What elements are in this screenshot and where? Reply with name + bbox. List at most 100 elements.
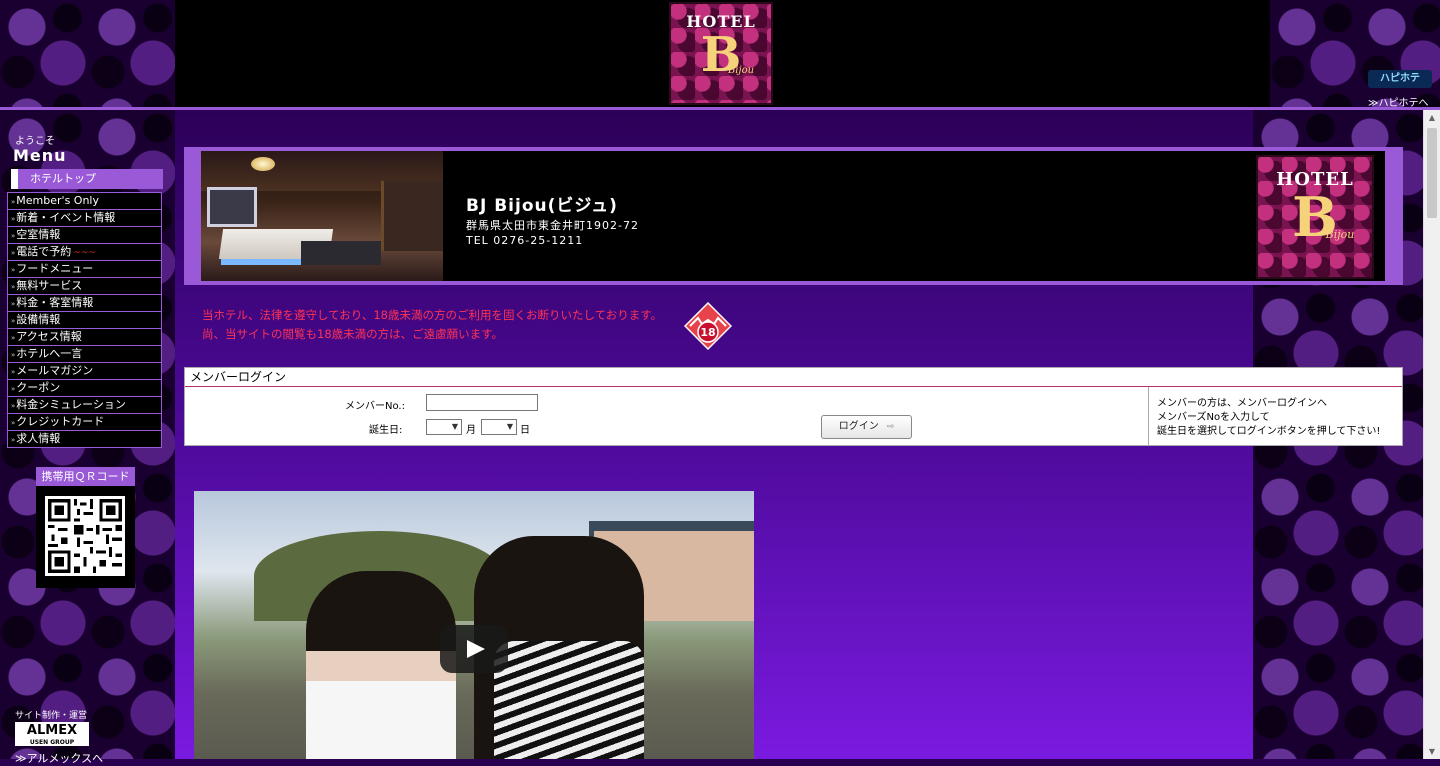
almex-link[interactable]: サイト制作・運営 ALMEX USEN GROUP ≫アルメックスへ	[15, 708, 103, 766]
bullet-icon: »	[11, 402, 16, 410]
chevron-down-icon: ▼	[451, 422, 458, 431]
bullet-icon: »	[11, 249, 16, 257]
sidebar-item-label: 電話で予約	[16, 245, 72, 258]
member-no-input[interactable]	[426, 394, 538, 411]
login-button[interactable]: ログイン ⇨	[821, 415, 912, 439]
sidebar-item-facilities[interactable]: »設備情報	[8, 312, 161, 329]
video-striped-shirt	[494, 641, 644, 759]
sidebar-item-label: メールマガジン	[16, 364, 94, 377]
bullet-icon: »	[11, 300, 16, 308]
sidebar-item-label: 無料サービス	[16, 279, 83, 292]
birth-month-select[interactable]: ▼	[426, 419, 462, 435]
sidebar-item-mail-magazine[interactable]: »メールマガジン	[8, 363, 161, 380]
play-button[interactable]	[440, 625, 508, 673]
sidebar-item-label: 空室情報	[16, 228, 61, 241]
scroll-down-icon[interactable]: ▼	[1427, 747, 1437, 756]
bullet-icon: »	[11, 266, 16, 274]
sidebar-item-label: 料金・客室情報	[16, 296, 94, 309]
room-photo	[201, 151, 443, 281]
login-help-line-3: 誕生日を選択してログインボタンを押して下さい!	[1157, 426, 1381, 437]
sidebar-item-members[interactable]: »Member's Only	[8, 193, 161, 210]
sidebar-item-news[interactable]: »新着・イベント情報	[8, 210, 161, 227]
sidebar-item-rates-rooms[interactable]: »料金・客室情報	[8, 295, 161, 312]
hotel-phone: TEL 0276-25-1211	[466, 234, 584, 247]
month-unit: 月	[466, 425, 476, 436]
hapihote-badge[interactable]: ハピホテ	[1368, 70, 1432, 88]
room-sofa	[301, 241, 381, 265]
sidebar-item-jobs[interactable]: »求人情報	[8, 431, 161, 447]
qr-code-title: 携帯用ＱＲコード	[36, 467, 135, 486]
bullet-icon: »	[11, 198, 16, 206]
almex-link-text[interactable]: ≫アルメックスへ	[15, 750, 103, 766]
sidebar-item-coupon[interactable]: »クーポン	[8, 380, 161, 397]
sidebar-item-label: 新着・イベント情報	[16, 211, 116, 224]
member-no-label: メンバーNo.:	[345, 401, 405, 412]
age-notice-line-2: 尚、当サイトの閲覧も18歳未満の方は、ご遠慮願います。	[202, 327, 503, 341]
bullet-icon: »	[11, 334, 16, 342]
age-notice-line-1: 当ホテル、法律を遵守しており、18歳未満の方のご利用を固くお断りいたしております…	[202, 308, 663, 322]
birth-day-select[interactable]: ▼	[481, 419, 517, 435]
hotel-logo[interactable]: HOTEL B Bijou	[669, 2, 773, 105]
sidebar-item-hotel-top[interactable]: ホテルトップ	[11, 169, 163, 189]
sidebar-menu: »Member's Only »新着・イベント情報 »空室情報 »電話で予約 ~~…	[7, 192, 162, 448]
bullet-icon: »	[11, 232, 16, 240]
sidebar-item-label: アクセス情報	[16, 330, 82, 343]
video-person-left	[306, 571, 456, 759]
qr-code-image	[45, 496, 125, 576]
arrow-right-icon: ⇨	[886, 422, 895, 432]
sidebar-item-label: 設備情報	[16, 313, 61, 326]
sidebar: ようこそ Menu ホテルトップ »Member's Only »新着・イベント…	[0, 110, 175, 765]
sidebar-item-free-service[interactable]: »無料サービス	[8, 278, 161, 295]
bullet-icon: »	[11, 351, 16, 359]
day-unit: 日	[520, 425, 530, 436]
sidebar-item-access[interactable]: »アクセス情報	[8, 329, 161, 346]
scroll-up-icon[interactable]: ▲	[1427, 113, 1437, 122]
member-login-panel: メンバーログイン メンバーNo.: 誕生日: ▼ 月 ▼ 日 ログイン ⇨ メンバ…	[184, 367, 1403, 446]
menu-title: Menu	[13, 146, 67, 165]
new-mark: ~~~	[73, 248, 96, 258]
bullet-icon: »	[11, 436, 16, 444]
scrollbar[interactable]: ▲ ▼	[1423, 110, 1440, 759]
sidebar-item-vacancy[interactable]: »空室情報	[8, 227, 161, 244]
sidebar-item-message[interactable]: »ホテルへ一言	[8, 346, 161, 363]
sidebar-item-label: Member's Only	[16, 194, 99, 207]
sidebar-item-food-menu[interactable]: »フードメニュー	[8, 261, 161, 278]
sidebar-item-label: クレジットカード	[16, 415, 105, 428]
hapihote-link[interactable]: ハピホテ ≫ハピホテへ	[1368, 70, 1434, 109]
login-help-text: メンバーの方は、メンバーログインへ メンバーズNoを入力して 誕生日を選択してロ…	[1148, 387, 1402, 445]
login-help-line-1: メンバーの方は、メンバーログインへ	[1157, 398, 1327, 409]
sidebar-item-label: 求人情報	[16, 432, 61, 445]
login-title: メンバーログイン	[185, 368, 1402, 387]
promo-video[interactable]	[194, 491, 754, 759]
room-wall	[381, 181, 443, 251]
scrollbar-thumb[interactable]	[1427, 128, 1437, 218]
bullet-icon: »	[11, 317, 16, 325]
hotel-banner: BJ Bijou(ビジュ) 群馬県太田市東金井町1902-72 TEL 0276…	[184, 147, 1403, 285]
bullet-icon: »	[11, 385, 16, 393]
almex-logo[interactable]: ALMEX USEN GROUP	[15, 722, 89, 746]
bullet-icon: »	[11, 419, 16, 427]
almex-logo-sub: USEN GROUP	[29, 739, 75, 746]
hotel-banner-inner: BJ Bijou(ビジュ) 群馬県太田市東金井町1902-72 TEL 0276…	[201, 151, 1385, 281]
almex-caption: サイト制作・運営	[15, 711, 88, 721]
sidebar-item-label: クーポン	[16, 381, 61, 394]
bullet-icon: »	[11, 215, 16, 223]
banner-hotel-logo: HOTEL B Bijou	[1256, 155, 1374, 279]
chandelier	[251, 157, 275, 171]
hotel-name: BJ Bijou(ビジュ)	[466, 196, 618, 216]
room-mirror	[207, 187, 257, 227]
hotel-address: 群馬県太田市東金井町1902-72	[466, 219, 639, 232]
almex-logo-text: ALMEX	[26, 723, 78, 738]
bullet-icon: »	[11, 283, 16, 291]
site-header: HOTEL B Bijou ハピホテ ≫ハピホテへ	[0, 0, 1440, 109]
sidebar-item-phone-reservation[interactable]: »電話で予約 ~~~	[8, 244, 161, 261]
sidebar-item-credit-card[interactable]: »クレジットカード	[8, 414, 161, 431]
age-notice: 当ホテル、法律を遵守しており、18歳未満の方のご利用を固くお断りいたしております…	[202, 306, 662, 344]
login-help-line-2: メンバーズNoを入力して	[1157, 412, 1270, 423]
play-icon	[467, 640, 485, 658]
sidebar-item-price-simulation[interactable]: »料金シミュレーション	[8, 397, 161, 414]
sidebar-item-label: フードメニュー	[16, 262, 94, 275]
sidebar-item-label: 料金シミュレーション	[16, 398, 126, 411]
login-button-label: ログイン	[838, 421, 879, 432]
welcome-text: ようこそ	[15, 136, 55, 147]
